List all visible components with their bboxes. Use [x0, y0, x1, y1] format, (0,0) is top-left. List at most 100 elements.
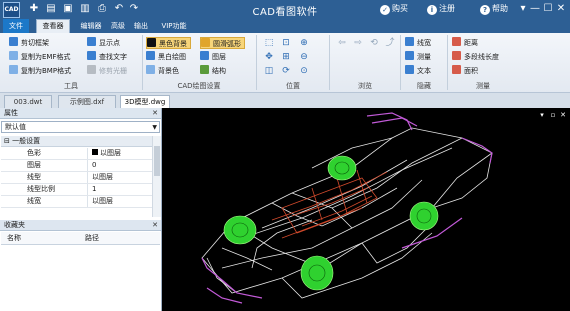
copy-image-icon: [9, 65, 18, 74]
measure-toggle[interactable]: 测量: [405, 51, 431, 63]
canvas-restore-icon[interactable]: ▫: [549, 111, 557, 119]
smooth-arc-button[interactable]: 圆滑弧形: [200, 37, 245, 49]
trim-wireframe: [201, 112, 493, 304]
back-arrow-icon[interactable]: ⇦: [334, 37, 350, 49]
chevron-down-icon: ▼: [152, 124, 157, 131]
fit-view-icon[interactable]: ⊡: [278, 37, 294, 49]
property-group-header[interactable]: ⊟ 一般设置: [1, 136, 152, 147]
help-icon: ?: [480, 5, 490, 15]
tab-advanced[interactable]: 高级: [107, 19, 129, 33]
minimize-button[interactable]: —: [528, 2, 542, 16]
zoom-in-icon[interactable]: ⊕: [296, 37, 312, 49]
tab-file[interactable]: 文件: [3, 19, 29, 33]
property-row[interactable]: 线型 以图层: [1, 172, 152, 184]
cart-icon: ✓: [380, 5, 390, 15]
properties-dropdown[interactable]: 默认值 ▼: [1, 121, 160, 133]
monochrome-icon: [146, 51, 155, 60]
search-text-icon: [87, 51, 96, 60]
property-row[interactable]: 线型比例 1: [1, 184, 152, 196]
palette-icon: [146, 65, 155, 74]
wheel-front-right: [300, 255, 334, 291]
property-row[interactable]: 线宽 以图层: [1, 196, 152, 208]
trim-raster-button[interactable]: 修剪光栅: [87, 65, 127, 77]
property-row[interactable]: 色彩 以图层: [1, 148, 152, 160]
zoom-out-icon[interactable]: ⊖: [296, 51, 312, 63]
polyline-icon: [452, 51, 461, 60]
linewidth-toggle[interactable]: 线宽: [405, 37, 431, 49]
point-icon: [87, 37, 96, 46]
view-3d-icon[interactable]: ◫: [261, 65, 277, 77]
collapse-icon: ⊟: [4, 137, 13, 145]
copy-icon: [9, 51, 18, 60]
group-label-position: 位置: [286, 82, 300, 90]
zoom-window-icon[interactable]: ⬚: [261, 37, 277, 49]
favorites-header: 名称 路径: [1, 232, 160, 245]
maximize-button[interactable]: ☐: [541, 2, 555, 16]
scrollbar-thumb[interactable]: [154, 146, 160, 176]
tab-viewer[interactable]: 查看器: [36, 19, 70, 33]
doc-tab[interactable]: 示例图.dxf: [58, 95, 116, 108]
help-link[interactable]: ? 帮助: [480, 3, 508, 15]
wheel-rear-right: [409, 201, 439, 231]
area-icon: [452, 65, 461, 74]
doc-tab-active[interactable]: 3D模型.dwg: [120, 95, 170, 108]
tab-editor[interactable]: 编辑器: [76, 19, 106, 33]
pan-icon[interactable]: ✥: [261, 51, 277, 63]
properties-panel-title: 属性 ✕: [0, 108, 161, 119]
polyline-length-button[interactable]: 多段线长度: [452, 51, 499, 63]
wheel-front-left: [223, 215, 257, 245]
arc-icon: [201, 38, 210, 47]
properties-scrollbar[interactable]: [152, 136, 161, 217]
text-toggle[interactable]: 文本: [405, 65, 431, 77]
black-square-icon: [147, 38, 156, 47]
favorites-panel-title: 收藏夹 ✕: [0, 220, 161, 231]
close-button[interactable]: ✕: [554, 2, 568, 16]
export-icon[interactable]: ⤴: [382, 37, 398, 49]
car-wireframe-model: [201, 112, 493, 304]
group-label-tools: 工具: [64, 82, 78, 90]
title-bar: CAD ✚ ▤ ▣ ▥ ⎙ ↶ ↷ CAD看图软件 ✓ 购买 i 注册 ? 帮助 ▾ …: [0, 0, 570, 19]
column-path[interactable]: 路径: [85, 232, 99, 244]
layers-button[interactable]: 图层: [200, 51, 226, 63]
background-color-button[interactable]: 背景色: [146, 65, 179, 77]
linewidth-icon: [405, 37, 414, 46]
buy-link[interactable]: ✓ 购买: [380, 3, 408, 15]
show-points-button[interactable]: 显示点: [87, 37, 120, 49]
register-link[interactable]: i 注册: [427, 3, 455, 15]
group-label-drawing: CAD绘图设置: [177, 82, 221, 90]
scissors-icon: [9, 37, 18, 46]
refresh-icon[interactable]: ⟲: [366, 37, 382, 49]
wheels: [223, 155, 439, 291]
group-label-browse: 浏览: [358, 82, 372, 90]
copy-bmp-button[interactable]: 复制为BMP格式: [9, 65, 71, 77]
wheel-rear-left: [327, 155, 357, 181]
layers-icon: [200, 51, 209, 60]
cut-frame-button[interactable]: 剪切框架: [9, 37, 49, 49]
black-background-button[interactable]: 黑色背景: [146, 37, 191, 49]
column-name[interactable]: 名称: [7, 232, 21, 244]
zoom-dropdown-icon[interactable]: ⊙: [296, 65, 312, 77]
close-icon[interactable]: ✕: [152, 108, 158, 119]
area-button[interactable]: 面积: [452, 65, 478, 77]
black-white-button[interactable]: 黑白绘图: [146, 51, 186, 63]
tab-vip[interactable]: VIP功能: [156, 19, 192, 33]
canvas-close-icon[interactable]: ✕: [559, 111, 567, 119]
forward-arrow-icon[interactable]: ⇨: [350, 37, 366, 49]
zoom-extents-icon[interactable]: ⊞: [278, 51, 294, 63]
find-text-button[interactable]: 查找文字: [87, 51, 127, 63]
structure-button[interactable]: 结构: [200, 65, 226, 77]
group-label-measure: 测量: [476, 82, 490, 90]
menu-bar: 文件 查看器 编辑器 高级 输出 VIP功能: [0, 19, 570, 33]
canvas-menu-icon[interactable]: ▾: [538, 111, 546, 119]
user-icon: i: [427, 5, 437, 15]
property-row[interactable]: 图层 0: [1, 160, 152, 172]
doc-tab[interactable]: 003.dwt: [4, 95, 52, 108]
tab-output[interactable]: 输出: [130, 19, 152, 33]
distance-button[interactable]: 距离: [452, 37, 478, 49]
color-swatch: [92, 149, 98, 155]
close-icon[interactable]: ✕: [152, 220, 158, 231]
drawing-canvas[interactable]: ▾ ▫ ✕: [162, 108, 570, 311]
group-label-hide: 隐藏: [417, 82, 431, 90]
copy-emf-button[interactable]: 复制为EMF格式: [9, 51, 71, 63]
rotate-icon[interactable]: ⟳: [278, 65, 294, 77]
